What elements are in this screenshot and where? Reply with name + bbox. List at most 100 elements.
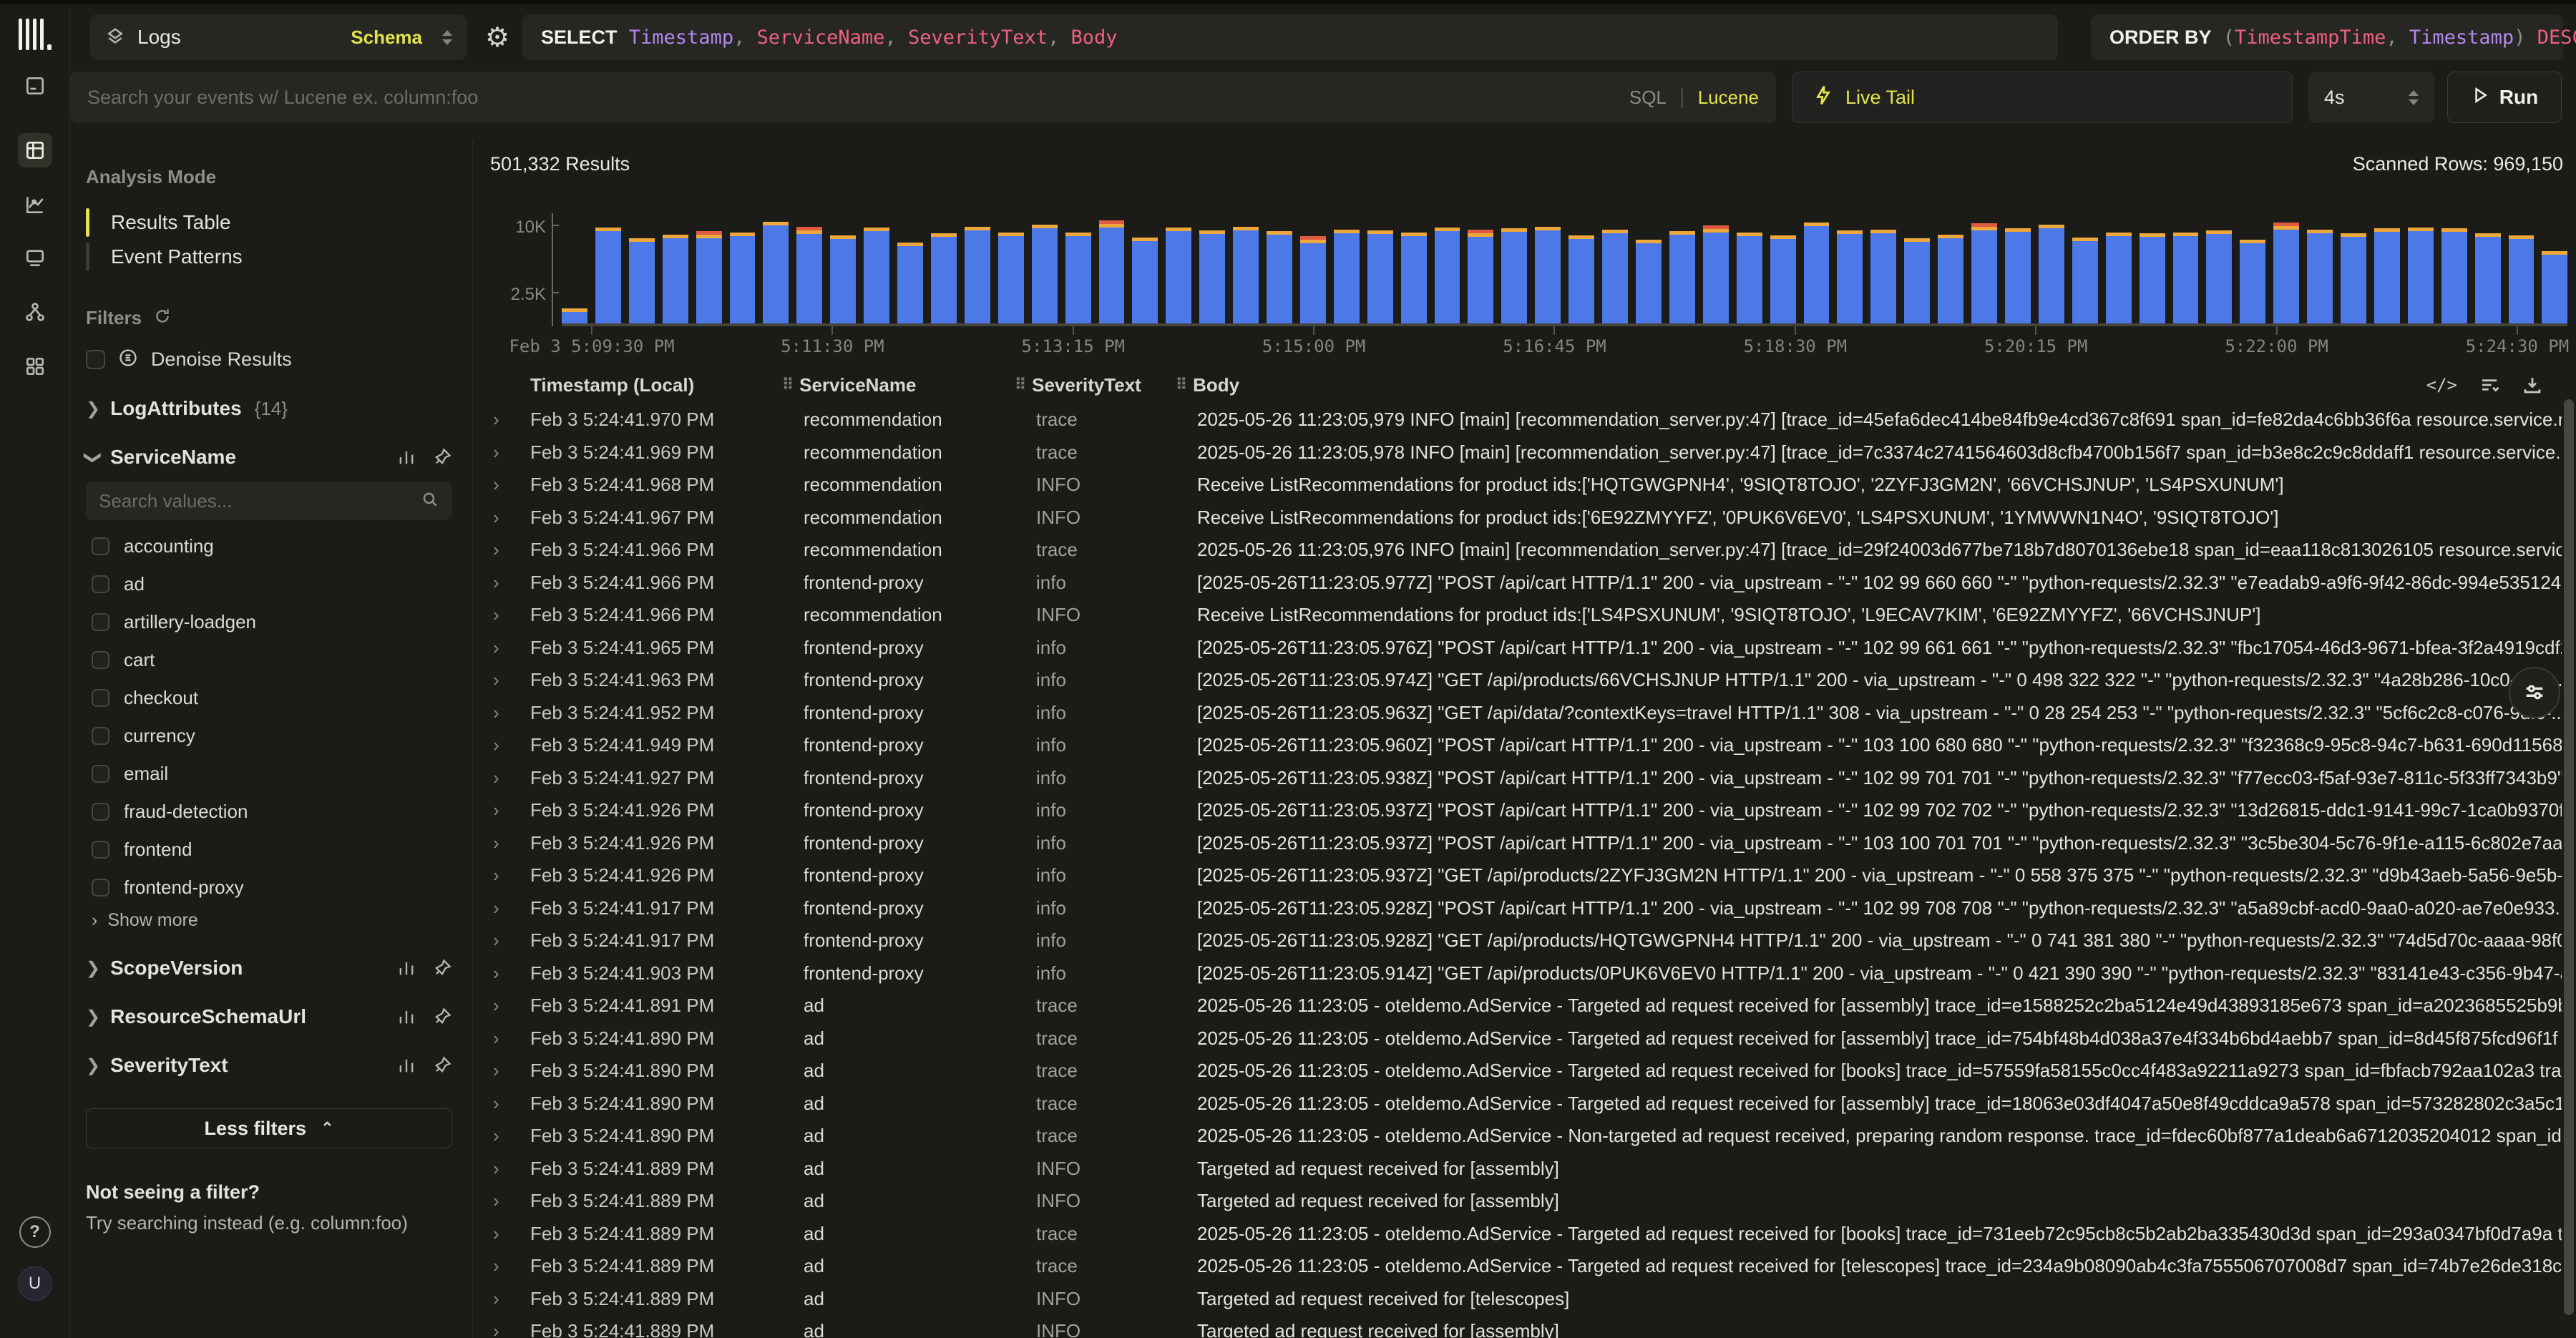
pin-icon[interactable] bbox=[432, 447, 452, 467]
expand-chevron-icon[interactable]: › bbox=[493, 1158, 530, 1180]
expand-chevron-icon[interactable]: › bbox=[493, 962, 530, 985]
expand-chevron-icon[interactable]: › bbox=[493, 1093, 530, 1115]
log-table-row[interactable]: › Feb 3 5:24:41.966 PM recommendation IN… bbox=[474, 599, 2562, 632]
log-table-row[interactable]: › Feb 3 5:24:41.967 PM recommendation IN… bbox=[474, 502, 2562, 534]
nav-logs-table-icon[interactable] bbox=[18, 133, 52, 167]
service-filter-option[interactable]: checkout bbox=[92, 683, 452, 712]
denoise-results-toggle[interactable]: Denoise Results bbox=[86, 348, 452, 371]
log-table-row[interactable]: › Feb 3 5:24:41.926 PM frontend-proxy in… bbox=[474, 827, 2562, 860]
expand-chevron-icon[interactable]: › bbox=[493, 604, 530, 626]
show-more-button[interactable]: › Show more bbox=[86, 910, 452, 931]
expand-chevron-icon[interactable]: › bbox=[493, 1223, 530, 1245]
drag-handle-icon[interactable]: ⠿ bbox=[782, 376, 792, 394]
log-table-row[interactable]: › Feb 3 5:24:41.969 PM recommendation tr… bbox=[474, 436, 2562, 469]
log-table-row[interactable]: › Feb 3 5:24:41.890 PM ad trace 2025-05-… bbox=[474, 1022, 2562, 1055]
search-input[interactable] bbox=[87, 87, 1629, 109]
events-histogram[interactable]: 10K 2.5K Feb 3 5:09:30 PM5:11:30 PM5:13:… bbox=[490, 200, 2570, 348]
filter-checkbox[interactable] bbox=[92, 651, 109, 669]
filter-checkbox[interactable] bbox=[92, 727, 109, 745]
log-table-row[interactable]: › Feb 3 5:24:41.889 PM ad INFO Targeted … bbox=[474, 1315, 2562, 1338]
expand-chevron-icon[interactable]: › bbox=[493, 929, 530, 952]
user-avatar[interactable]: U bbox=[18, 1266, 52, 1301]
analysis-mode-item[interactable]: Event Patterns bbox=[86, 240, 452, 274]
log-table-row[interactable]: › Feb 3 5:24:41.917 PM frontend-proxy in… bbox=[474, 892, 2562, 925]
denoise-checkbox[interactable] bbox=[86, 350, 105, 369]
log-table-row[interactable]: › Feb 3 5:24:41.891 PM ad trace 2025-05-… bbox=[474, 990, 2562, 1022]
log-table-row[interactable]: › Feb 3 5:24:41.966 PM recommendation tr… bbox=[474, 534, 2562, 567]
less-filters-button[interactable]: Less filters ⌃ bbox=[86, 1108, 452, 1148]
expand-chevron-icon[interactable]: › bbox=[493, 409, 530, 431]
filter-checkbox[interactable] bbox=[92, 575, 109, 593]
expand-chevron-icon[interactable]: › bbox=[493, 897, 530, 919]
log-table-row[interactable]: › Feb 3 5:24:41.917 PM frontend-proxy in… bbox=[474, 924, 2562, 957]
filter-checkbox[interactable] bbox=[92, 765, 109, 783]
log-table-row[interactable]: › Feb 3 5:24:41.963 PM frontend-proxy in… bbox=[474, 664, 2562, 697]
download-icon[interactable] bbox=[2522, 374, 2543, 396]
orderby-clause-input[interactable]: ORDER BY (TimestampTime, Timestamp) DESC bbox=[2091, 14, 2563, 60]
column-header-body[interactable]: ⠿ Body bbox=[1176, 374, 2576, 396]
bar-chart-icon[interactable] bbox=[396, 958, 416, 978]
source-settings-button[interactable]: ⚙ bbox=[479, 14, 515, 60]
service-filter-option[interactable]: frontend-proxy bbox=[92, 873, 452, 902]
log-table-row[interactable]: › Feb 3 5:24:41.889 PM ad INFO Targeted … bbox=[474, 1185, 2562, 1218]
expand-chevron-icon[interactable]: › bbox=[493, 572, 530, 594]
sql-toggle[interactable]: SQL bbox=[1629, 87, 1667, 109]
expand-chevron-icon[interactable]: › bbox=[493, 1125, 530, 1147]
expand-chevron-icon[interactable]: › bbox=[493, 1060, 530, 1082]
expand-chevron-icon[interactable]: › bbox=[493, 832, 530, 854]
log-table-row[interactable]: › Feb 3 5:24:41.926 PM frontend-proxy in… bbox=[474, 859, 2562, 892]
log-table-row[interactable]: › Feb 3 5:24:41.889 PM ad trace 2025-05-… bbox=[474, 1218, 2562, 1251]
refresh-icon[interactable] bbox=[153, 307, 172, 329]
drag-handle-icon[interactable]: ⠿ bbox=[1015, 376, 1025, 394]
value-search-input[interactable] bbox=[99, 490, 421, 512]
expand-chevron-icon[interactable]: › bbox=[493, 734, 530, 756]
expand-chevron-icon[interactable]: › bbox=[493, 995, 530, 1017]
log-table-row[interactable]: › Feb 3 5:24:41.952 PM frontend-proxy in… bbox=[474, 697, 2562, 730]
service-filter-option[interactable]: frontend bbox=[92, 835, 452, 864]
pin-icon[interactable] bbox=[432, 1055, 452, 1075]
filter-group-resourceschemaurl[interactable]: ❯ ResourceSchemaUrl bbox=[86, 1005, 452, 1028]
service-filter-option[interactable]: cart bbox=[92, 645, 452, 674]
filter-checkbox[interactable] bbox=[92, 803, 109, 821]
log-table-row[interactable]: › Feb 3 5:24:41.890 PM ad trace 2025-05-… bbox=[474, 1120, 2562, 1153]
expand-chevron-icon[interactable]: › bbox=[493, 1027, 530, 1050]
expand-chevron-icon[interactable]: › bbox=[493, 864, 530, 887]
log-table-row[interactable]: › Feb 3 5:24:41.926 PM frontend-proxy in… bbox=[474, 794, 2562, 827]
log-table-row[interactable]: › Feb 3 5:24:41.889 PM ad INFO Targeted … bbox=[474, 1283, 2562, 1316]
log-table-row[interactable]: › Feb 3 5:24:41.966 PM frontend-proxy in… bbox=[474, 567, 2562, 600]
filter-group-logattributes[interactable]: ❯ LogAttributes {14} bbox=[86, 397, 452, 420]
refresh-interval-select[interactable]: 4s bbox=[2308, 72, 2434, 123]
expand-chevron-icon[interactable]: › bbox=[493, 1320, 530, 1338]
nav-dashboards-icon[interactable] bbox=[18, 349, 52, 384]
filter-checkbox[interactable] bbox=[92, 537, 109, 555]
expand-chevron-icon[interactable]: › bbox=[493, 637, 530, 659]
column-settings-icon[interactable] bbox=[2479, 374, 2500, 396]
column-header-severitytext[interactable]: ⠿ SeverityText bbox=[1015, 374, 1176, 396]
filter-group-servicename[interactable]: ❯ ServiceName bbox=[86, 446, 452, 469]
log-table-row[interactable]: › Feb 3 5:24:41.889 PM ad INFO Targeted … bbox=[474, 1153, 2562, 1186]
log-table-row[interactable]: › Feb 3 5:24:41.949 PM frontend-proxy in… bbox=[474, 729, 2562, 762]
nav-service-map-icon[interactable] bbox=[18, 295, 52, 329]
service-filter-option[interactable]: currency bbox=[92, 721, 452, 750]
service-filter-option[interactable]: ad bbox=[92, 570, 452, 598]
expand-chevron-icon[interactable]: › bbox=[493, 1288, 530, 1310]
filter-checkbox[interactable] bbox=[92, 689, 109, 707]
nav-chart-explorer-icon[interactable] bbox=[18, 187, 52, 222]
select-clause-input[interactable]: SELECT Timestamp, ServiceName, SeverityT… bbox=[522, 14, 2058, 60]
log-table-row[interactable]: › Feb 3 5:24:41.970 PM recommendation tr… bbox=[474, 404, 2562, 436]
filter-checkbox[interactable] bbox=[92, 613, 109, 631]
lucene-toggle[interactable]: Lucene bbox=[1698, 87, 1759, 109]
service-filter-option[interactable]: accounting bbox=[92, 532, 452, 560]
drag-handle-icon[interactable]: ⠿ bbox=[1176, 376, 1186, 394]
expand-chevron-icon[interactable]: › bbox=[493, 474, 530, 496]
filter-checkbox[interactable] bbox=[92, 841, 109, 859]
bar-chart-icon[interactable] bbox=[396, 447, 416, 467]
bar-chart-icon[interactable] bbox=[396, 1055, 416, 1075]
expand-chevron-icon[interactable]: › bbox=[493, 539, 530, 561]
log-table-row[interactable]: › Feb 3 5:24:41.889 PM ad trace 2025-05-… bbox=[474, 1250, 2562, 1283]
code-view-icon[interactable]: </> bbox=[2426, 375, 2457, 395]
nav-sessions-icon[interactable] bbox=[18, 240, 52, 275]
log-table-row[interactable]: › Feb 3 5:24:41.965 PM frontend-proxy in… bbox=[474, 632, 2562, 665]
live-tail-button[interactable]: Live Tail bbox=[1792, 72, 2293, 123]
service-filter-option[interactable]: artillery-loadgen bbox=[92, 607, 452, 636]
